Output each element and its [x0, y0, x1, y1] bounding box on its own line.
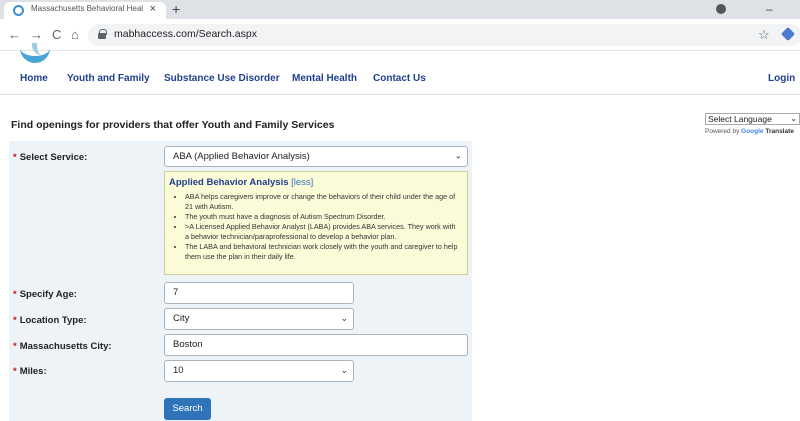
- browser-toolbar: ← → C ⌂ mabhaccess.com/Search.aspx ☆: [0, 19, 800, 51]
- required-marker: *: [13, 315, 17, 326]
- service-description-box: Applied Behavior Analysis [less] ABA hel…: [164, 171, 468, 275]
- tab-search-icon[interactable]: [716, 4, 726, 14]
- login-link[interactable]: Login: [768, 73, 795, 84]
- tab-title: Massachusetts Behavioral Health: [31, 4, 143, 13]
- back-icon[interactable]: ←: [8, 27, 21, 42]
- nav-mental-health[interactable]: Mental Health: [292, 73, 357, 84]
- show-less-link[interactable]: [less]: [291, 177, 313, 188]
- list-item: The youth must have a diagnosis of Autis…: [185, 212, 461, 222]
- list-item: >A Licensed Applied Behavior Analyst (LA…: [185, 222, 461, 242]
- service-description-list: ABA helps caregivers improve or change t…: [185, 192, 461, 262]
- address-bar[interactable]: mabhaccess.com/Search.aspx: [88, 24, 800, 46]
- search-button[interactable]: Search: [164, 398, 211, 420]
- language-select[interactable]: Select Language ⌄: [705, 113, 800, 125]
- nav-home[interactable]: Home: [20, 73, 48, 84]
- powered-by-google: Powered by Google Translate: [705, 128, 794, 135]
- language-select-label: Select Language: [708, 114, 772, 124]
- service-description-title: Applied Behavior Analysis [less]: [169, 177, 314, 188]
- specify-age-label: * Specify Age:: [13, 289, 77, 300]
- city-input[interactable]: Boston: [164, 334, 468, 356]
- url-text: mabhaccess.com/Search.aspx: [114, 28, 257, 40]
- miles-value: 10: [173, 365, 184, 376]
- bookmark-star-icon[interactable]: ☆: [758, 27, 770, 43]
- chevron-down-icon: ⌄: [454, 150, 462, 161]
- service-select[interactable]: ABA (Applied Behavior Analysis) ⌄: [164, 146, 468, 167]
- location-type-label: * Location Type:: [13, 315, 87, 326]
- age-input[interactable]: 7: [164, 282, 354, 304]
- required-marker: *: [13, 289, 17, 300]
- miles-label: * Miles:: [13, 366, 47, 377]
- lock-icon[interactable]: [98, 29, 107, 39]
- chevron-down-icon: ⌄: [340, 313, 348, 323]
- home-icon[interactable]: ⌂: [71, 27, 79, 42]
- forward-icon[interactable]: →: [30, 27, 43, 42]
- location-type-value: City: [173, 313, 190, 324]
- minimize-icon[interactable]: –: [766, 2, 773, 16]
- new-tab-icon[interactable]: +: [172, 1, 180, 17]
- nav-youth-and-family[interactable]: Youth and Family: [67, 73, 150, 84]
- nav-substance-use-disorder[interactable]: Substance Use Disorder: [164, 73, 280, 84]
- close-tab-icon[interactable]: ×: [150, 3, 156, 15]
- location-type-select[interactable]: City ⌄: [164, 308, 354, 330]
- chevron-down-icon: ⌄: [790, 114, 797, 123]
- required-marker: *: [13, 341, 17, 352]
- chevron-down-icon: ⌄: [340, 365, 348, 375]
- reload-icon[interactable]: C: [52, 27, 61, 42]
- browser-tab-bar: Massachusetts Behavioral Health × + –: [0, 0, 800, 19]
- list-item: The LABA and behavioral technician work …: [185, 242, 461, 262]
- required-marker: *: [13, 152, 17, 163]
- site-header: Home Youth and Family Substance Use Diso…: [0, 43, 800, 95]
- nav-contact-us[interactable]: Contact Us: [373, 73, 426, 84]
- service-select-value: ABA (Applied Behavior Analysis): [173, 151, 310, 162]
- select-service-label: * Select Service:: [13, 152, 88, 163]
- page-title: Find openings for providers that offer Y…: [11, 119, 335, 131]
- required-marker: *: [13, 366, 17, 377]
- translate-link[interactable]: Translate: [765, 128, 794, 135]
- miles-select[interactable]: 10 ⌄: [164, 360, 354, 382]
- browser-tab[interactable]: Massachusetts Behavioral Health ×: [4, 2, 166, 19]
- site-favicon-icon: [13, 5, 24, 16]
- list-item: ABA helps caregivers improve or change t…: [185, 192, 461, 212]
- massachusetts-city-label: * Massachusetts City:: [13, 341, 112, 352]
- google-logo[interactable]: Google: [741, 128, 763, 135]
